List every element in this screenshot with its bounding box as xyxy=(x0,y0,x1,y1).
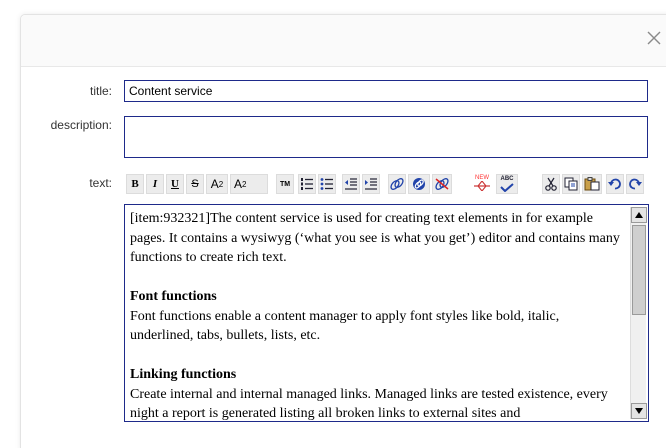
unlink-icon[interactable] xyxy=(432,174,452,194)
subscript-base: A xyxy=(234,177,243,191)
font-functions-paragraph: Font functions enable a content manager … xyxy=(130,308,560,344)
cut-icon[interactable] xyxy=(542,174,560,194)
bold-button[interactable]: B xyxy=(126,174,144,194)
strike-label: S xyxy=(191,178,199,190)
indent-icon[interactable] xyxy=(362,174,380,194)
dialog-header xyxy=(21,15,666,67)
strikethrough-button[interactable]: S xyxy=(186,174,204,194)
editor-intro-paragraph: [item:932321]The content service is used… xyxy=(130,211,620,265)
title-input[interactable] xyxy=(124,80,648,102)
spellcheck-label: ABC xyxy=(500,176,514,182)
numbered-list-icon[interactable] xyxy=(298,174,316,194)
close-icon[interactable] xyxy=(645,29,663,47)
redo-icon[interactable] xyxy=(626,174,644,194)
linking-functions-paragraph: Create internal and internal managed lin… xyxy=(130,386,608,422)
editor-toolbar: B I U S A2 A2 TM NEW ABC xyxy=(124,172,650,196)
superscript-base: A xyxy=(210,177,219,191)
scroll-up-arrow-icon[interactable] xyxy=(631,207,647,223)
scroll-down-arrow-icon[interactable] xyxy=(631,403,647,419)
spellcheck-button[interactable]: ABC xyxy=(496,174,518,194)
rich-text-editor[interactable]: [item:932321]The content service is used… xyxy=(124,204,649,422)
subscript-button[interactable]: A2 xyxy=(230,174,268,194)
title-label: title: xyxy=(89,84,112,98)
superscript-button[interactable]: A2 xyxy=(206,174,228,194)
subscript-mark: 2 xyxy=(242,179,247,189)
outdent-icon[interactable] xyxy=(342,174,360,194)
new-anchor-button[interactable]: NEW xyxy=(472,172,492,194)
managed-link-icon[interactable] xyxy=(408,174,430,194)
italic-button[interactable]: I xyxy=(146,174,164,194)
italic-label: I xyxy=(152,178,158,190)
bold-label: B xyxy=(131,178,139,190)
superscript-mark: 2 xyxy=(218,179,224,189)
undo-icon[interactable] xyxy=(606,174,624,194)
description-label: description: xyxy=(50,118,112,132)
link-icon[interactable] xyxy=(388,174,406,194)
copy-icon[interactable] xyxy=(562,174,580,194)
text-label: text: xyxy=(89,176,112,190)
underline-label: U xyxy=(171,178,179,190)
editor-scrollbar[interactable] xyxy=(630,207,647,419)
linking-functions-heading: Linking functions xyxy=(130,367,237,382)
trademark-label: TM xyxy=(279,180,291,188)
underline-button[interactable]: U xyxy=(166,174,184,194)
bullet-list-icon[interactable] xyxy=(318,174,336,194)
trademark-button[interactable]: TM xyxy=(276,174,294,194)
font-functions-heading: Font functions xyxy=(130,289,217,304)
scroll-thumb[interactable] xyxy=(632,225,646,315)
paste-icon[interactable] xyxy=(582,174,602,194)
editor-content[interactable]: [item:932321]The content service is used… xyxy=(130,209,622,422)
description-input[interactable] xyxy=(124,116,648,158)
